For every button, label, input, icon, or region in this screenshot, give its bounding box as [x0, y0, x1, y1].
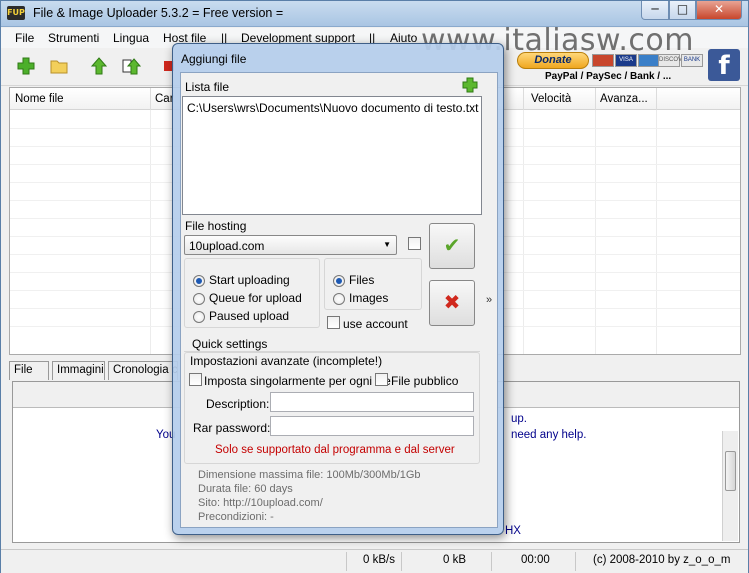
payment-methods-label: PayPal / PaySec / Bank / ...	[545, 71, 672, 82]
dialog-body: Lista file C:\Users\wrs\Documents\Nuovo …	[180, 72, 498, 528]
hosting-checkbox[interactable]	[408, 237, 421, 250]
file-type-group: Files Images	[324, 258, 422, 310]
log-scrollbar[interactable]	[722, 431, 738, 541]
paused-upload-label[interactable]: Paused upload	[209, 309, 289, 323]
advanced-settings-label: Impostazioni avanzate (incomplete!)	[190, 354, 383, 368]
column-divider	[523, 88, 524, 110]
radio-paused-upload[interactable]	[193, 311, 205, 323]
status-size: 0 kB	[443, 554, 467, 566]
window-title: File & Image Uploader 5.3.2 = Free versi…	[33, 6, 284, 20]
info-preconditions: Precondizioni: -	[198, 511, 274, 523]
radio-files[interactable]	[333, 275, 345, 287]
mastercard-icon	[592, 54, 614, 67]
scrollbar-thumb[interactable]	[725, 451, 736, 491]
description-label: Description:	[206, 397, 270, 411]
upload-all-icon[interactable]	[121, 56, 141, 76]
file-path-item[interactable]: C:\Users\wrs\Documents\Nuovo documento d…	[187, 101, 478, 115]
lista-file-label: Lista file	[185, 80, 230, 94]
add-icon[interactable]	[16, 56, 36, 76]
radio-start-uploading[interactable]	[193, 275, 205, 287]
status-separator	[401, 552, 402, 571]
cancel-button[interactable]: ✖	[429, 280, 475, 326]
info-max-size: Dimensione massima file: 100Mb/300Mb/1Gb	[198, 469, 421, 481]
radio-images[interactable]	[333, 293, 345, 305]
status-speed: 0 kB/s	[363, 554, 395, 566]
images-label[interactable]: Images	[349, 291, 388, 305]
upload-arrow-icon[interactable]	[89, 56, 109, 76]
file-hosting-label: File hosting	[185, 219, 247, 233]
chevron-down-icon: ▼	[383, 240, 391, 249]
radio-queue-for-upload[interactable]	[193, 293, 205, 305]
tab-immagini[interactable]: Immagini	[52, 361, 105, 380]
public-file-label[interactable]: File pubblico	[391, 374, 458, 388]
upload-mode-group: Start uploading Queue for upload Paused …	[184, 258, 320, 328]
tab-cronologia[interactable]: Cronologia ca	[108, 361, 178, 380]
status-bar: 0 kB/s 0 kB 00:00 (c) 2008-2010 by z_o_o…	[1, 549, 748, 573]
expand-chevron-icon[interactable]: »	[486, 294, 492, 306]
use-account-checkbox[interactable]	[327, 316, 340, 329]
bank-icon: BANK	[681, 54, 703, 67]
column-nome-file[interactable]: Nome file	[15, 93, 64, 105]
status-separator	[491, 552, 492, 571]
file-list-box[interactable]: C:\Users\wrs\Documents\Nuovo documento d…	[182, 96, 482, 215]
column-divider	[656, 88, 657, 110]
add-file-dialog: Aggiungi file Lista file C:\Users\wrs\Do…	[172, 43, 504, 535]
dialog-title: Aggiungi file	[181, 52, 247, 66]
log-text: up.	[511, 413, 527, 425]
log-text: HX	[505, 525, 521, 537]
info-duration: Durata file: 60 days	[198, 483, 293, 495]
column-car[interactable]: Car	[155, 93, 174, 105]
maximize-button[interactable]: □	[669, 1, 696, 20]
add-file-icon[interactable]	[462, 77, 478, 93]
folder-icon[interactable]	[49, 56, 69, 76]
app-icon: FUP	[7, 6, 25, 20]
facebook-icon[interactable]: f	[708, 49, 740, 81]
menu-strumenti[interactable]: Strumenti	[48, 31, 99, 45]
amex-icon	[638, 54, 660, 67]
rar-password-label: Rar password:	[193, 421, 271, 435]
public-file-checkbox[interactable]	[375, 373, 388, 386]
minimize-button[interactable]: ─	[641, 1, 669, 20]
column-divider	[150, 88, 151, 110]
description-field[interactable]	[270, 392, 474, 412]
donate-button[interactable]: Donate	[517, 52, 589, 69]
column-velocita[interactable]: Velocità	[531, 93, 571, 105]
status-separator	[575, 552, 576, 571]
set-individually-checkbox[interactable]	[189, 373, 202, 386]
status-separator	[346, 552, 347, 571]
queue-for-upload-label[interactable]: Queue for upload	[209, 291, 302, 305]
warning-text: Solo se supportato dal programma e dal s…	[215, 444, 455, 456]
discover-icon: DISCOVER	[658, 54, 690, 67]
file-hosting-select[interactable]: 10upload.com ▼	[184, 235, 397, 255]
log-text: need any help.	[511, 429, 587, 441]
column-divider	[595, 88, 596, 110]
menu-file[interactable]: File	[15, 31, 34, 45]
set-individually-label[interactable]: Imposta singolarmente per ogni file	[204, 374, 391, 388]
files-label[interactable]: Files	[349, 273, 374, 287]
use-account-label[interactable]: use account	[343, 317, 408, 331]
visa-icon: VISA	[615, 54, 637, 67]
column-avanzamento[interactable]: Avanza...	[600, 93, 648, 105]
quick-settings-label: Quick settings	[192, 337, 268, 351]
rar-password-field[interactable]	[270, 416, 474, 436]
tab-file[interactable]: File	[9, 361, 49, 380]
close-button[interactable]: ✕	[696, 1, 742, 20]
ok-button[interactable]: ✔	[429, 223, 475, 269]
menu-lingua[interactable]: Lingua	[113, 31, 149, 45]
start-uploading-label[interactable]: Start uploading	[209, 273, 290, 287]
status-copyright: (c) 2008-2010 by z_o_o_m	[593, 554, 731, 566]
status-time: 00:00	[521, 554, 550, 566]
info-site: Sito: http://10upload.com/	[198, 497, 323, 509]
file-hosting-value: 10upload.com	[189, 239, 265, 253]
